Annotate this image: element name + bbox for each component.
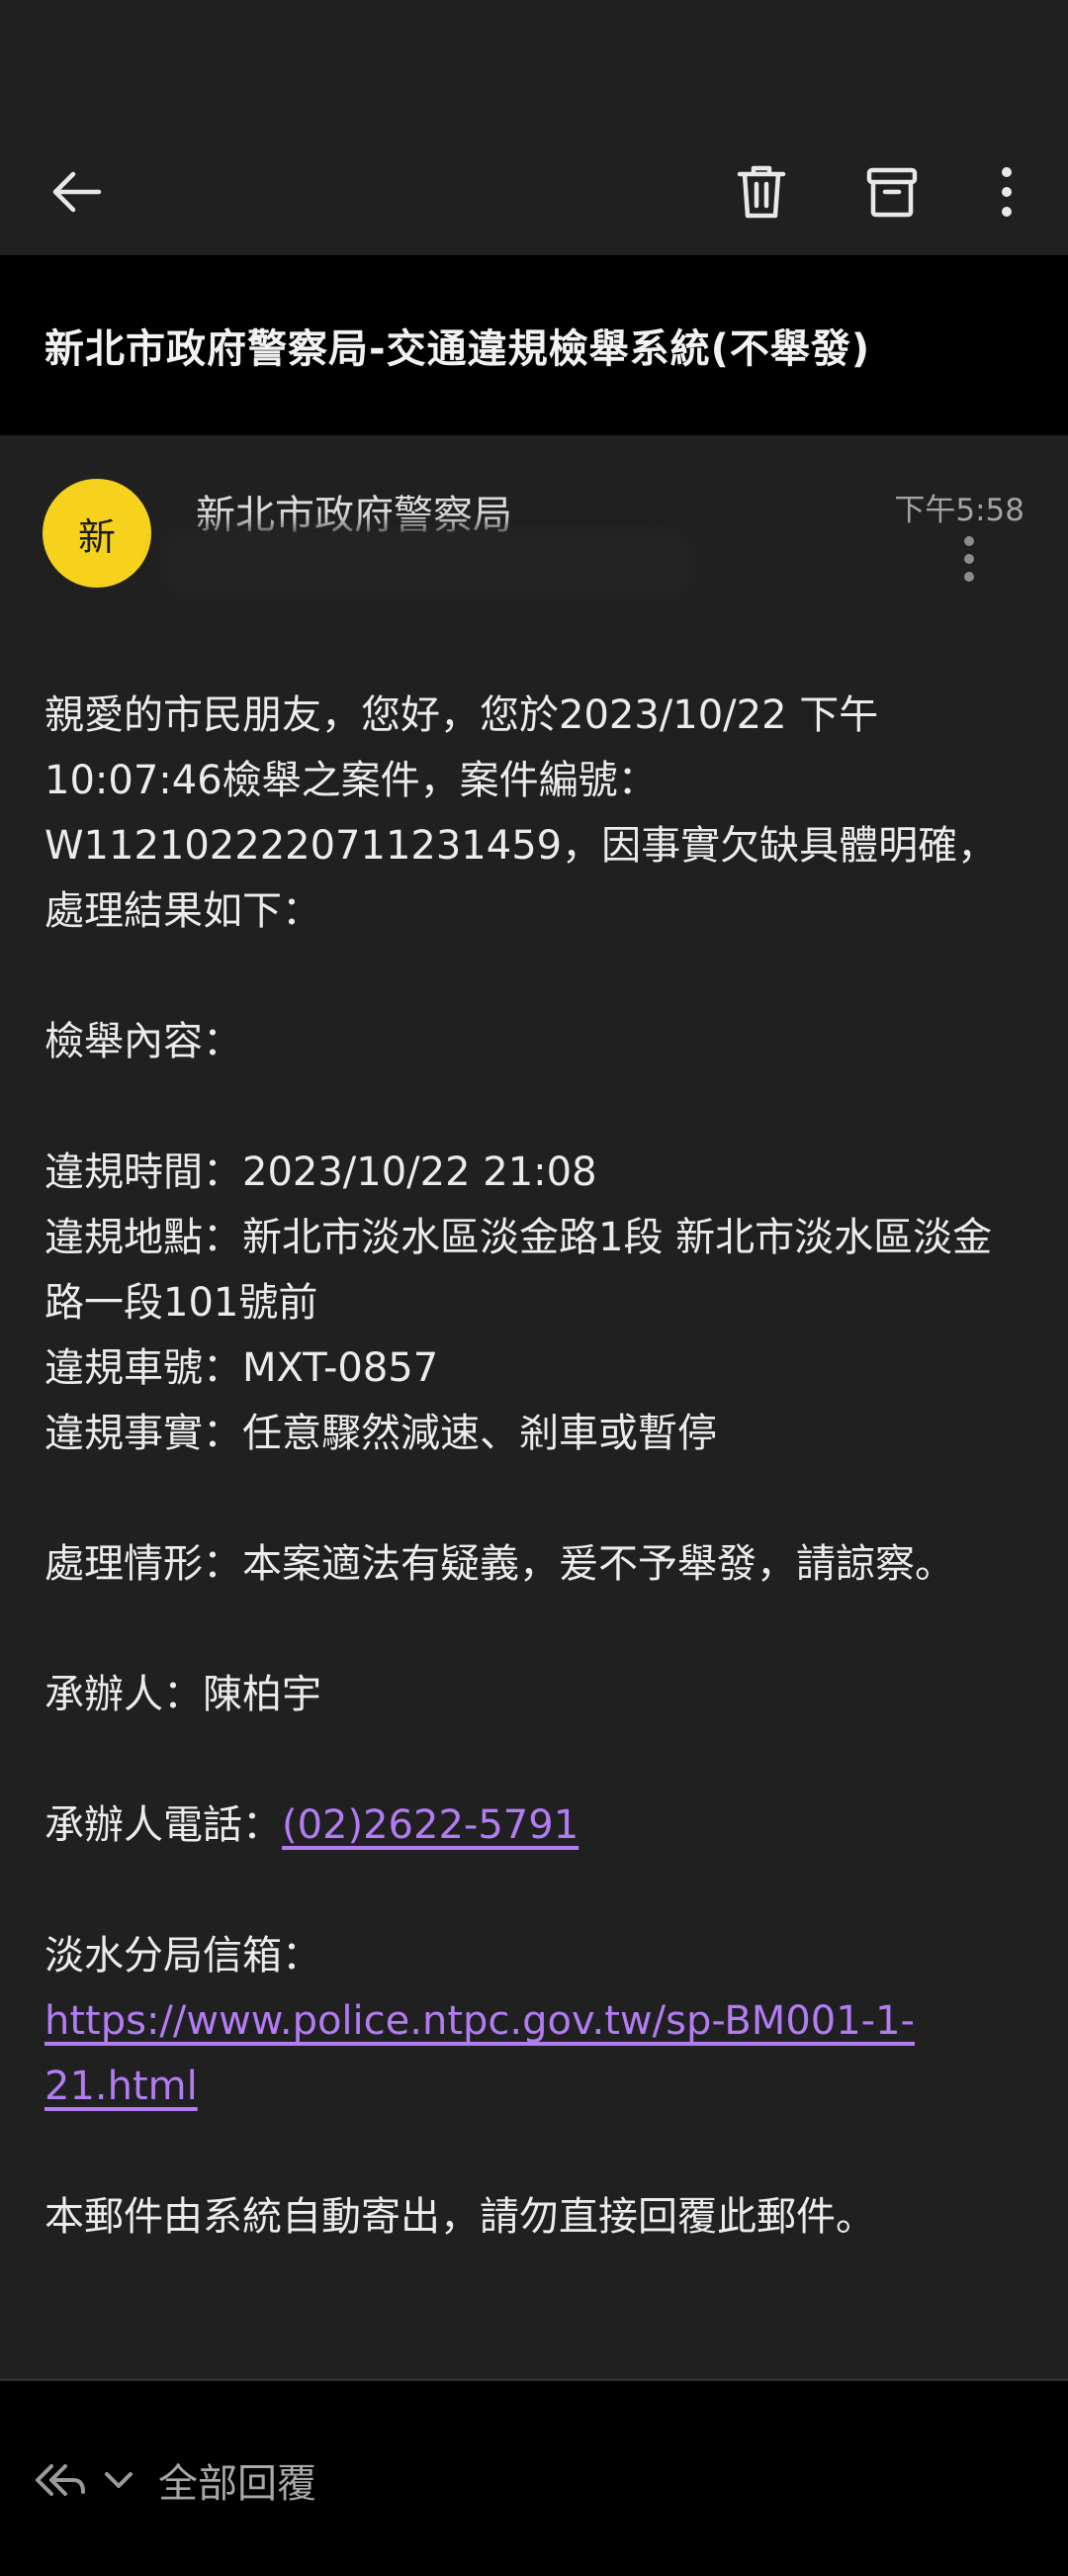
- email-time: 下午5:58: [894, 493, 1024, 528]
- recipient-redacted: [168, 534, 687, 592]
- body-intro: 親愛的市民朋友，您好，您於2023/10/22 下午 10:07:46檢舉之案件…: [44, 692, 998, 934]
- email-body: 親愛的市民朋友，您好，您於2023/10/22 下午 10:07:46檢舉之案件…: [44, 683, 1024, 2250]
- status-bar: [0, 0, 1068, 129]
- mailbox-link[interactable]: https://www.police.ntpc.gov.tw/sp-BM001-…: [44, 1998, 915, 2109]
- body-phone-line: 承辦人電話：(02)2622-5791: [44, 1793, 1024, 1858]
- trash-icon: [737, 165, 786, 219]
- delete-button[interactable]: [716, 146, 807, 237]
- reply-all-icon: [36, 2464, 85, 2496]
- top-toolbar: [0, 129, 1068, 255]
- more-options-button[interactable]: [961, 146, 1052, 237]
- body-handling: 處理情形：本案適法有疑義，爰不予舉發，請諒察。: [44, 1541, 954, 1587]
- body-footer: 本郵件由系統自動寄出，請勿直接回覆此郵件。: [44, 2194, 875, 2240]
- reply-all-label: 全部回覆: [158, 2461, 316, 2507]
- avatar-letter: 新: [77, 514, 116, 559]
- archive-icon: [866, 167, 918, 218]
- more-vertical-icon: [964, 536, 974, 582]
- email-subject: 新北市政府警察局-交通違規檢舉系統(不舉發): [44, 326, 871, 372]
- body-violation-place: 違規地點：新北市淡水區淡金路1段 新北市淡水區淡金路一段101號前: [44, 1215, 993, 1326]
- sender-name[interactable]: 新北市政府警察局: [196, 483, 512, 540]
- message-more-button[interactable]: [949, 524, 989, 594]
- archive-button[interactable]: [846, 146, 937, 237]
- arrow-left-icon: [52, 171, 102, 213]
- chevron-down-icon[interactable]: [99, 2460, 138, 2500]
- more-vertical-icon: [1002, 167, 1012, 217]
- phone-link[interactable]: (02)2622-5791: [282, 1802, 578, 1848]
- body-fact: 違規事實：任意驟然減速、剎車或暫停: [44, 1411, 717, 1456]
- body-violation-time: 違規時間：2023/10/22 21:08: [44, 1150, 597, 1195]
- back-button[interactable]: [32, 146, 123, 237]
- subject-bar: 新北市政府警察局-交通違規檢舉系統(不舉發): [0, 255, 1068, 435]
- phone-label: 承辦人電話：: [44, 1802, 282, 1848]
- body-mailbox-label: 淡水分局信箱：: [44, 1933, 321, 1978]
- body-plate: 違規車號：MXT-0857: [44, 1345, 439, 1391]
- body-content-heading: 檢舉內容：: [44, 1019, 242, 1064]
- sender-avatar[interactable]: 新: [43, 479, 151, 588]
- body-officer: 承辦人：陳柏宇: [44, 1672, 321, 1717]
- reply-bar: 全部回覆: [0, 2381, 1068, 2576]
- reply-all-button[interactable]: 全部回覆: [34, 2440, 316, 2520]
